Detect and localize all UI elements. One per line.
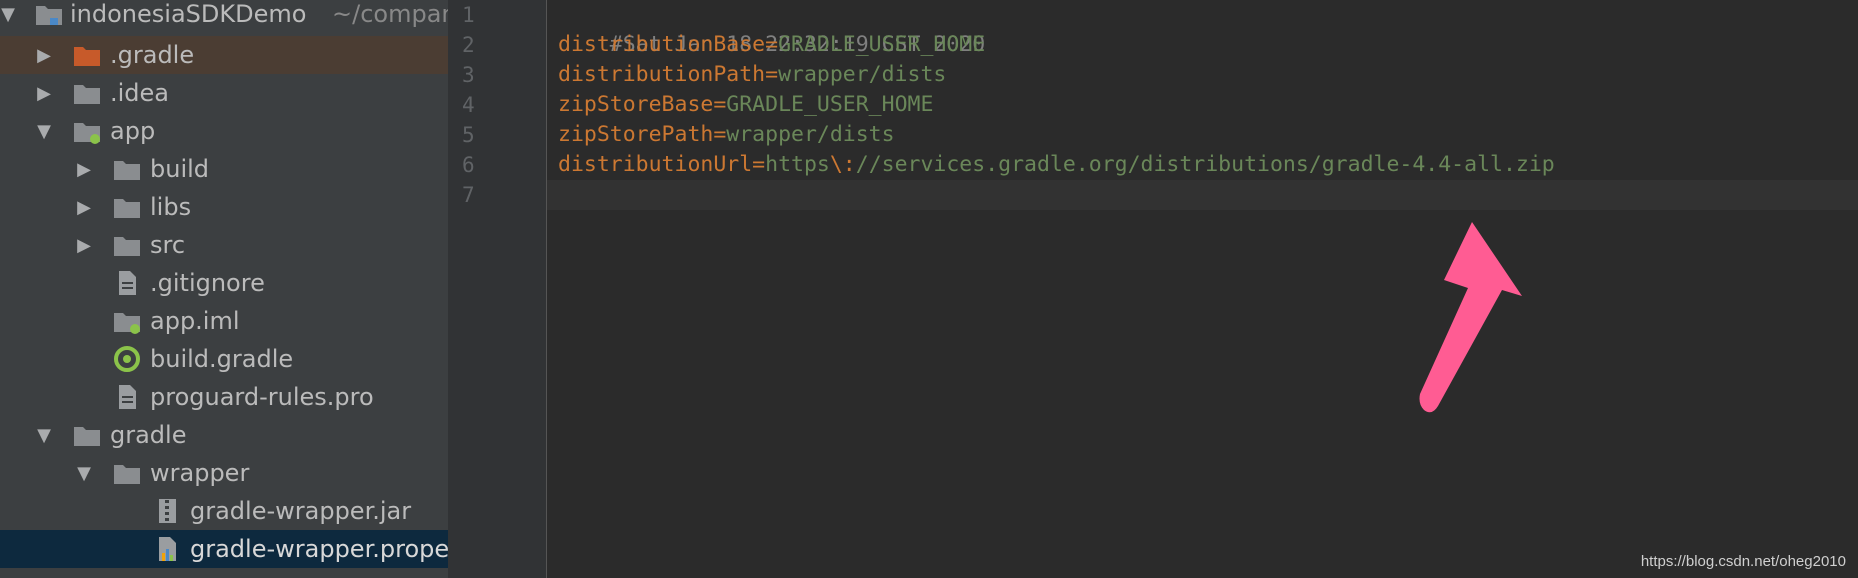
equals-sign: = [713,122,727,147]
archive-file-icon [159,499,176,523]
line-number: 4 [462,93,475,117]
property-key: distributionBase [558,32,766,57]
text-file-icon [119,385,136,409]
code-line-3[interactable]: distributionPath=wrapper/dists [558,60,946,90]
annotation-arrow-icon [1419,222,1522,413]
chevron-right-icon[interactable]: ▶ [72,150,96,188]
tree-item-label: .gitignore [150,269,265,297]
folder-icon [74,427,100,446]
tree-item-label: .idea [110,79,170,107]
watermark-text: https://blog.csdn.net/oheg2010 [1640,553,1846,570]
folder-icon [114,237,140,256]
chevron-down-icon[interactable]: ▼ [0,0,20,33]
tree-row-gitignore[interactable]: .gitignore [0,264,448,302]
chevron-down-icon[interactable]: ▼ [72,454,96,492]
tree-item-label: build.gradle [150,345,294,373]
tree-row-libs[interactable]: ▶ libs [0,188,448,226]
folder-icon [114,199,140,218]
current-line-highlight [547,180,1858,210]
chevron-down-icon[interactable]: ▼ [32,112,56,150]
tree-root-name: indonesiaSDKDemo [70,0,307,28]
property-value: GRADLE_USER_HOME [726,92,934,117]
tree-row-dot-idea[interactable]: ▶ .idea [0,74,448,112]
tree-item-label: app.iml [150,307,240,335]
equals-sign: = [765,32,779,57]
tree-row-root[interactable]: ▼ indonesiaSDKDemo ~/compan [0,0,448,33]
line-number: 2 [462,33,475,57]
tree-row-proguard[interactable]: proguard-rules.pro [0,378,448,416]
tree-item-label: gradle-wrapper.jar [190,497,412,525]
tree-row-gradle[interactable]: ▼ gradle [0,416,448,454]
tree-root-path: ~/compan [332,0,448,28]
property-value-url: //services.gradle.org/distributions/grad… [855,152,1555,177]
property-value: wrapper/dists [726,122,895,147]
equals-sign: = [752,152,766,177]
code-line-2[interactable]: distributionBase=GRADLE_USER_HOME [558,30,985,60]
tree-item-label: gradle [110,421,187,449]
folder-icon [114,465,140,484]
line-number: 6 [462,153,475,177]
tree-item-label: wrapper [150,459,250,487]
text-file-icon [119,271,136,295]
line-number-gutter: 1 2 3 4 5 6 7 [448,0,547,578]
chevron-right-icon[interactable]: ▶ [72,188,96,226]
tree-row-dot-gradle[interactable]: ▶ .gradle [0,36,448,74]
tree-row-app[interactable]: ▼ app [0,112,448,150]
property-key: distributionUrl [558,152,753,177]
line-number: 1 [462,3,475,27]
line-number: 7 [462,183,475,207]
property-value-scheme: https [765,152,830,177]
equals-sign: = [713,92,727,117]
property-key: zipStorePath [558,122,714,147]
property-value: GRADLE_USER_HOME [778,32,986,57]
tree-item-label: libs [150,193,192,221]
tree-row-app-iml[interactable]: app.iml [0,302,448,340]
properties-file-icon [159,537,176,561]
folder-icon [74,85,100,104]
property-key: distributionPath [558,62,766,87]
gradle-file-icon [114,346,140,372]
tree-row-build[interactable]: ▶ build [0,150,448,188]
code-line-4[interactable]: zipStoreBase=GRADLE_USER_HOME [558,90,933,120]
tree-item-label: build [150,155,210,183]
tree-row-build-gradle[interactable]: build.gradle [0,340,448,378]
code-editor[interactable]: #Sat Jan 18 22:32:19 CST 2020 distributi… [547,0,1858,578]
tree-row-wrapper-properties[interactable]: gradle-wrapper.prope [0,530,448,568]
chevron-right-icon[interactable]: ▶ [32,36,56,74]
property-value: wrapper/dists [778,62,947,87]
tree-item-label: src [150,231,186,259]
excluded-folder-icon [74,47,100,66]
module-file-icon [114,313,140,334]
tree-item-label: proguard-rules.pro [150,383,374,411]
tree-row-wrapper-jar[interactable]: gradle-wrapper.jar [0,492,448,530]
tree-row-wrapper[interactable]: ▼ wrapper [0,454,448,492]
code-line-5[interactable]: zipStorePath=wrapper/dists [558,120,895,150]
chevron-down-icon[interactable]: ▼ [32,416,56,454]
code-line-6[interactable]: distributionUrl=https\://services.gradle… [558,150,1555,180]
tree-item-label: .gradle [110,41,195,69]
escaped-colon: \: [829,152,856,177]
module-folder-icon [36,6,62,25]
tree-item-label: app [110,117,156,145]
equals-sign: = [765,62,779,87]
chevron-right-icon[interactable]: ▶ [72,226,96,264]
line-number: 5 [462,123,475,147]
tree-row-src[interactable]: ▶ src [0,226,448,264]
chevron-right-icon[interactable]: ▶ [32,74,56,112]
project-tree-panel: ▼ indonesiaSDKDemo ~/compan ▶ .gradle ▶ … [0,0,448,578]
module-folder-icon [74,123,100,144]
property-key: zipStoreBase [558,92,714,117]
tree-item-label: gradle-wrapper.prope [190,535,448,563]
line-number: 3 [462,63,475,87]
folder-icon [114,161,140,180]
